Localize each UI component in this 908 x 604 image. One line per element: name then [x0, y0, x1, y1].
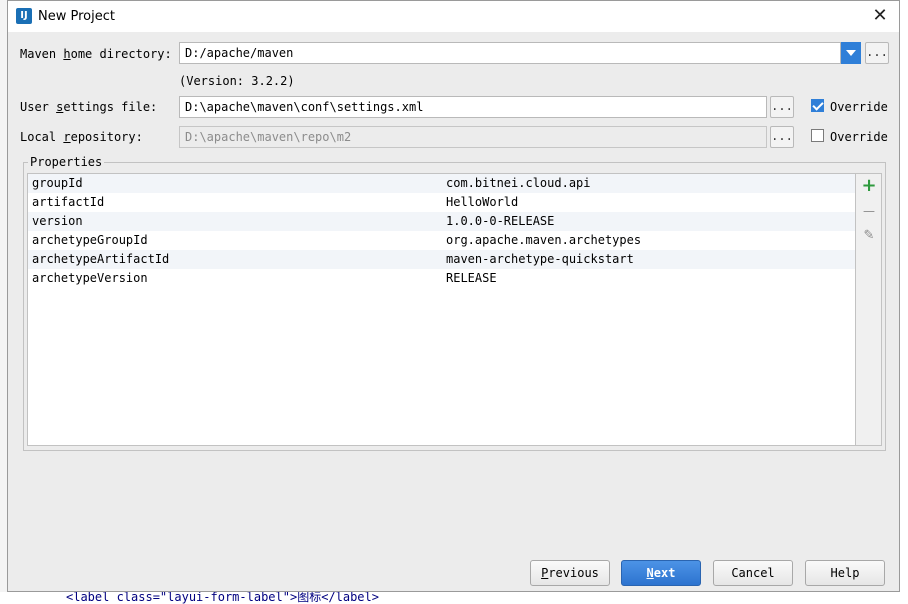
title-bar[interactable]: IJ New Project ✕	[8, 1, 899, 32]
property-value: RELEASE	[446, 271, 497, 285]
table-row[interactable]: archetypeVersion RELEASE	[28, 269, 855, 288]
property-value: org.apache.maven.archetypes	[446, 233, 642, 247]
user-settings-override-checkbox[interactable]	[811, 99, 824, 112]
property-key: version	[32, 214, 83, 228]
help-button[interactable]: Help	[805, 560, 885, 586]
maven-home-browse-button[interactable]: ...	[865, 42, 889, 64]
remove-icon[interactable]: —	[860, 202, 878, 220]
previous-button[interactable]: Previous	[530, 560, 610, 586]
properties-table[interactable]: groupId com.bitnei.cloud.api artifactId He…	[27, 173, 856, 446]
local-repository-override-label: Override	[830, 130, 888, 144]
background-code-line: <label class="layui-form-label">图标</labe…	[0, 592, 908, 604]
table-row[interactable]: archetypeArtifactId maven-archetype-quick…	[28, 250, 855, 269]
table-row[interactable]: artifactId HelloWorld	[28, 193, 855, 212]
maven-home-label: Maven home directory:	[20, 47, 172, 61]
background-ide-edge	[900, 0, 908, 604]
window-title: New Project	[38, 9, 115, 24]
property-key: archetypeGroupId	[32, 233, 148, 247]
properties-legend: Properties	[28, 155, 105, 169]
maven-version-text: (Version: 3.2.2)	[179, 74, 295, 88]
user-settings-override-label: Override	[830, 100, 888, 114]
cancel-button[interactable]: Cancel	[713, 560, 793, 586]
property-key: archetypeArtifactId	[32, 252, 170, 266]
close-icon[interactable]: ✕	[869, 5, 891, 27]
property-value: HelloWorld	[446, 195, 519, 209]
intellij-app-icon: IJ	[16, 8, 32, 24]
background-code-text: <label class="layui-form-label">图标</labe…	[66, 592, 379, 604]
chevron-down-icon[interactable]	[841, 42, 861, 64]
table-row[interactable]: archetypeGroupId org.apache.maven.archety…	[28, 231, 855, 250]
property-key: groupId	[32, 176, 83, 190]
user-settings-label: User settings file:	[20, 100, 158, 114]
table-row[interactable]: groupId com.bitnei.cloud.api	[28, 174, 855, 193]
user-settings-browse-button[interactable]: ...	[770, 96, 794, 118]
property-key: archetypeVersion	[32, 271, 148, 285]
local-repository-label: Local repository:	[20, 130, 143, 144]
next-button[interactable]: Next	[621, 560, 701, 586]
edit-icon[interactable]: ✎	[860, 227, 878, 245]
property-value: maven-archetype-quickstart	[446, 252, 634, 266]
local-repository-override-checkbox[interactable]	[811, 129, 824, 142]
user-settings-input[interactable]: D:\apache\maven\conf\settings.xml	[179, 96, 767, 118]
local-repository-browse-button[interactable]: ...	[770, 126, 794, 148]
table-row[interactable]: version 1.0.0-0-RELEASE	[28, 212, 855, 231]
property-value: 1.0.0-0-RELEASE	[446, 214, 555, 228]
maven-home-combobox[interactable]: D:/apache/maven	[179, 42, 841, 64]
property-key: artifactId	[32, 195, 105, 209]
local-repository-input[interactable]: D:\apache\maven\repo\m2	[179, 126, 767, 148]
new-project-dialog: IJ New Project ✕ Maven home directory: D…	[7, 0, 900, 592]
add-icon[interactable]: +	[860, 177, 878, 195]
property-value: com.bitnei.cloud.api	[446, 176, 591, 190]
properties-toolbar: + — ✎	[856, 173, 882, 446]
